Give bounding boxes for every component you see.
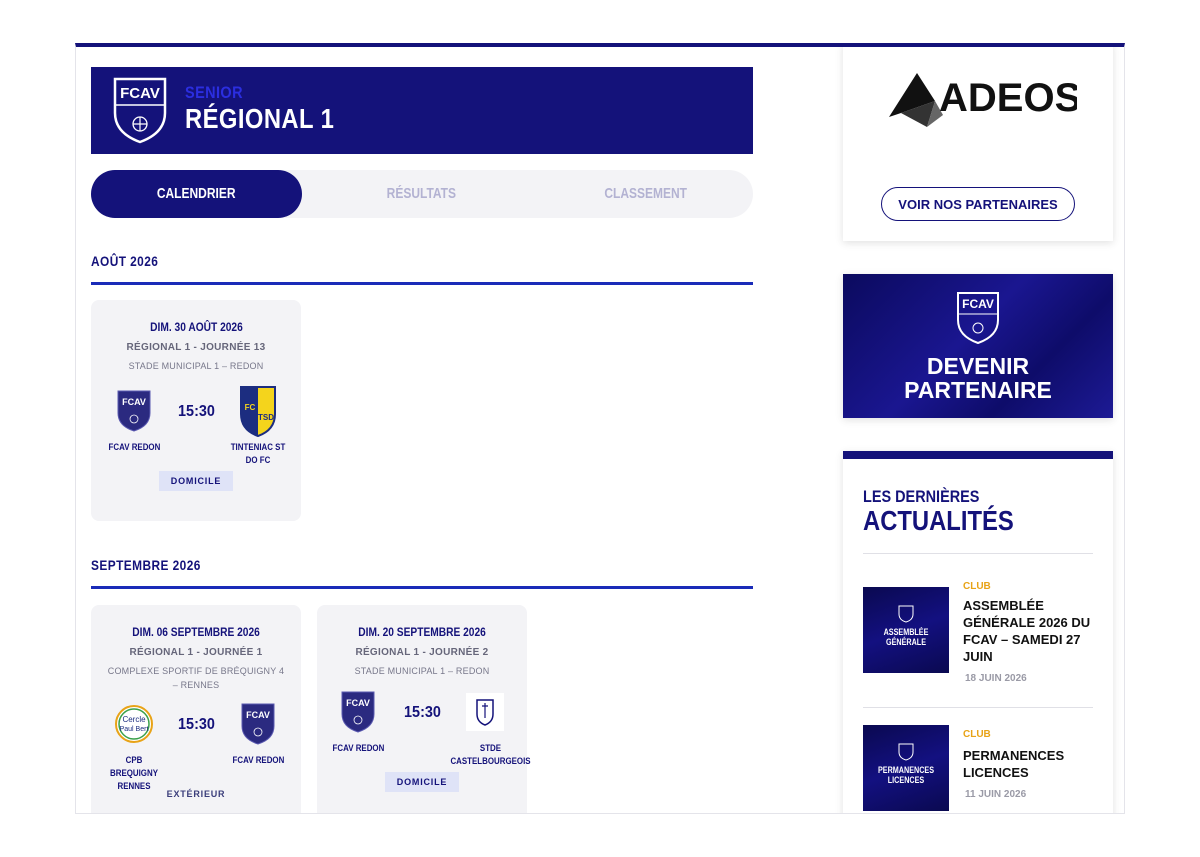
match-date: DIM. 06 SEPTEMBRE 2026 [132, 625, 260, 639]
team-category: SENIOR [185, 83, 243, 102]
latest-news-widget: LES DERNIÈRES ACTUALITÉS ASSEMBLÉE GÉNÉR… [843, 451, 1113, 813]
news-title[interactable]: PERMANENCES LICENCES [963, 747, 1093, 781]
stde-castelbourgeois-logo-icon [463, 688, 507, 736]
fcav-crest-icon: FCAV [113, 77, 167, 144]
match-venue: COMPLEXE SPORTIF DE BRÉQUIGNY 4 – RENNES [107, 666, 285, 690]
news-item[interactable]: PERMANENCES LICENCES CLUB PERMANENCES LI… [863, 725, 1093, 813]
home-team: FCAV FCAV REDON [99, 387, 169, 454]
tab-classement[interactable]: CLASSEMENT [541, 170, 751, 218]
match-teams: FCAV FCAV REDON 15:30 FC TSD TINTENIAC ST… [91, 386, 301, 467]
adeos-logo-icon[interactable]: ADEOS [887, 69, 1077, 139]
svg-text:FCAV: FCAV [962, 297, 994, 311]
match-date: DIM. 20 SEPTEMBRE 2026 [358, 625, 486, 639]
match-teams: Cercle Paul Bert CPB BREQUIGNY RENNES 15:… [91, 700, 301, 791]
home-team: FCAV FCAV REDON [323, 688, 393, 755]
fcav-logo-icon: FCAV [336, 688, 380, 736]
away-team-name: STDE CASTELBOURGEOIS [450, 743, 531, 766]
see-partners-button[interactable]: VOIR NOS PARTENAIRES [881, 187, 1075, 221]
svg-text:FC: FC [245, 403, 256, 412]
match-card[interactable]: DIM. 30 AOÛT 2026 RÉGIONAL 1 - JOURNÉE 1… [91, 300, 301, 521]
fcav-crest-icon: FCAV [957, 292, 999, 345]
month-divider [91, 586, 753, 589]
match-competition: RÉGIONAL 1 - JOURNÉE 1 [129, 647, 263, 658]
sponsor-widget: ADEOS VOIR NOS PARTENAIRES [843, 47, 1113, 241]
become-partner-text: DEVENIR PARTENAIRE [904, 353, 1052, 403]
match-card[interactable]: DIM. 20 SEPTEMBRE 2026 RÉGIONAL 1 - JOUR… [317, 605, 531, 813]
home-team-name: CPB BREQUIGNY RENNES [110, 755, 158, 791]
svg-text:FCAV: FCAV [246, 710, 270, 720]
tab-bar: CALENDRIER RÉSULTATS CLASSEMENT [91, 170, 753, 218]
news-category: CLUB [963, 729, 991, 740]
match-competition: RÉGIONAL 1 - JOURNÉE 13 [126, 342, 266, 353]
tinteniac-logo-icon: FC TSD [236, 386, 280, 438]
become-partner-banner[interactable]: FCAV DEVENIR PARTENAIRE [843, 274, 1113, 418]
away-team-name: TINTENIAC ST DO FC [230, 442, 286, 465]
svg-text:Cercle: Cercle [122, 715, 146, 724]
news-divider [863, 707, 1093, 708]
news-title[interactable]: ASSEMBLÉE GÉNÉRALE 2026 DU FCAV – SAMEDI… [963, 597, 1093, 665]
away-team: FC TSD TINTENIAC ST DO FC [223, 386, 293, 467]
team-header: FCAV SENIOR RÉGIONAL 1 [91, 67, 753, 154]
page-frame: FCAV SENIOR RÉGIONAL 1 CALENDRIER RÉSULT… [75, 43, 1125, 814]
away-team-name: FCAV REDON [232, 755, 284, 765]
home-team-name: FCAV REDON [108, 442, 160, 452]
svg-text:ADEOS: ADEOS [939, 76, 1077, 120]
location-badge: DOMICILE [158, 471, 234, 491]
home-team-name: FCAV REDON [332, 743, 384, 753]
match-time: 15:30 [178, 403, 215, 420]
news-thumbnail: PERMANENCES LICENCES [863, 725, 949, 811]
news-heading-large: ACTUALITÉS [863, 505, 1014, 536]
match-venue: STADE MUNICIPAL 1 – REDON [354, 666, 490, 676]
match-time: 15:30 [178, 716, 215, 733]
month-heading: AOÛT 2026 [91, 253, 159, 269]
svg-text:TSD: TSD [258, 413, 274, 422]
fcav-crest-icon [898, 605, 914, 623]
location-badge: DOMICILE [384, 772, 460, 792]
month-divider [91, 282, 753, 285]
svg-text:Paul Bert: Paul Bert [120, 726, 149, 733]
news-thumbnail: ASSEMBLÉE GÉNÉRALE [863, 587, 949, 673]
match-time: 15:30 [404, 704, 441, 721]
fcav-logo-icon: FCAV [236, 700, 280, 748]
svg-text:FCAV: FCAV [120, 85, 160, 102]
news-date: 11 JUIN 2026 [965, 789, 1027, 800]
match-date: DIM. 30 AOÛT 2026 [149, 320, 243, 334]
tab-resultats[interactable]: RÉSULTATS [316, 170, 526, 218]
away-team: STDE CASTELBOURGEOIS [445, 688, 531, 768]
svg-text:FCAV: FCAV [122, 397, 146, 407]
svg-text:FCAV: FCAV [346, 698, 370, 708]
tab-calendrier[interactable]: CALENDRIER [91, 170, 302, 218]
away-team: FCAV FCAV REDON [223, 700, 293, 767]
fcav-crest-icon [898, 743, 914, 761]
match-card[interactable]: DIM. 06 SEPTEMBRE 2026 RÉGIONAL 1 - JOUR… [91, 605, 301, 813]
news-category: CLUB [963, 581, 991, 592]
fcav-logo-icon: FCAV [112, 387, 156, 435]
match-competition: RÉGIONAL 1 - JOURNÉE 2 [355, 647, 489, 658]
main-column: FCAV SENIOR RÉGIONAL 1 CALENDRIER RÉSULT… [91, 67, 753, 813]
news-divider [863, 553, 1093, 554]
news-heading-small: LES DERNIÈRES [863, 487, 980, 506]
month-heading: SEPTEMBRE 2026 [91, 557, 201, 573]
match-venue: STADE MUNICIPAL 1 – REDON [128, 361, 264, 371]
match-teams: FCAV FCAV REDON 15:30 STDE CASTELBOURGEO… [317, 688, 531, 768]
news-item[interactable]: ASSEMBLÉE GÉNÉRALE CLUB ASSEMBLÉE GÉNÉRA… [863, 581, 1093, 684]
page-title: RÉGIONAL 1 [185, 103, 335, 134]
home-team: Cercle Paul Bert CPB BREQUIGNY RENNES [99, 700, 169, 793]
news-date: 18 JUIN 2026 [965, 673, 1027, 684]
cercle-paul-bert-logo-icon: Cercle Paul Bert [112, 700, 156, 748]
